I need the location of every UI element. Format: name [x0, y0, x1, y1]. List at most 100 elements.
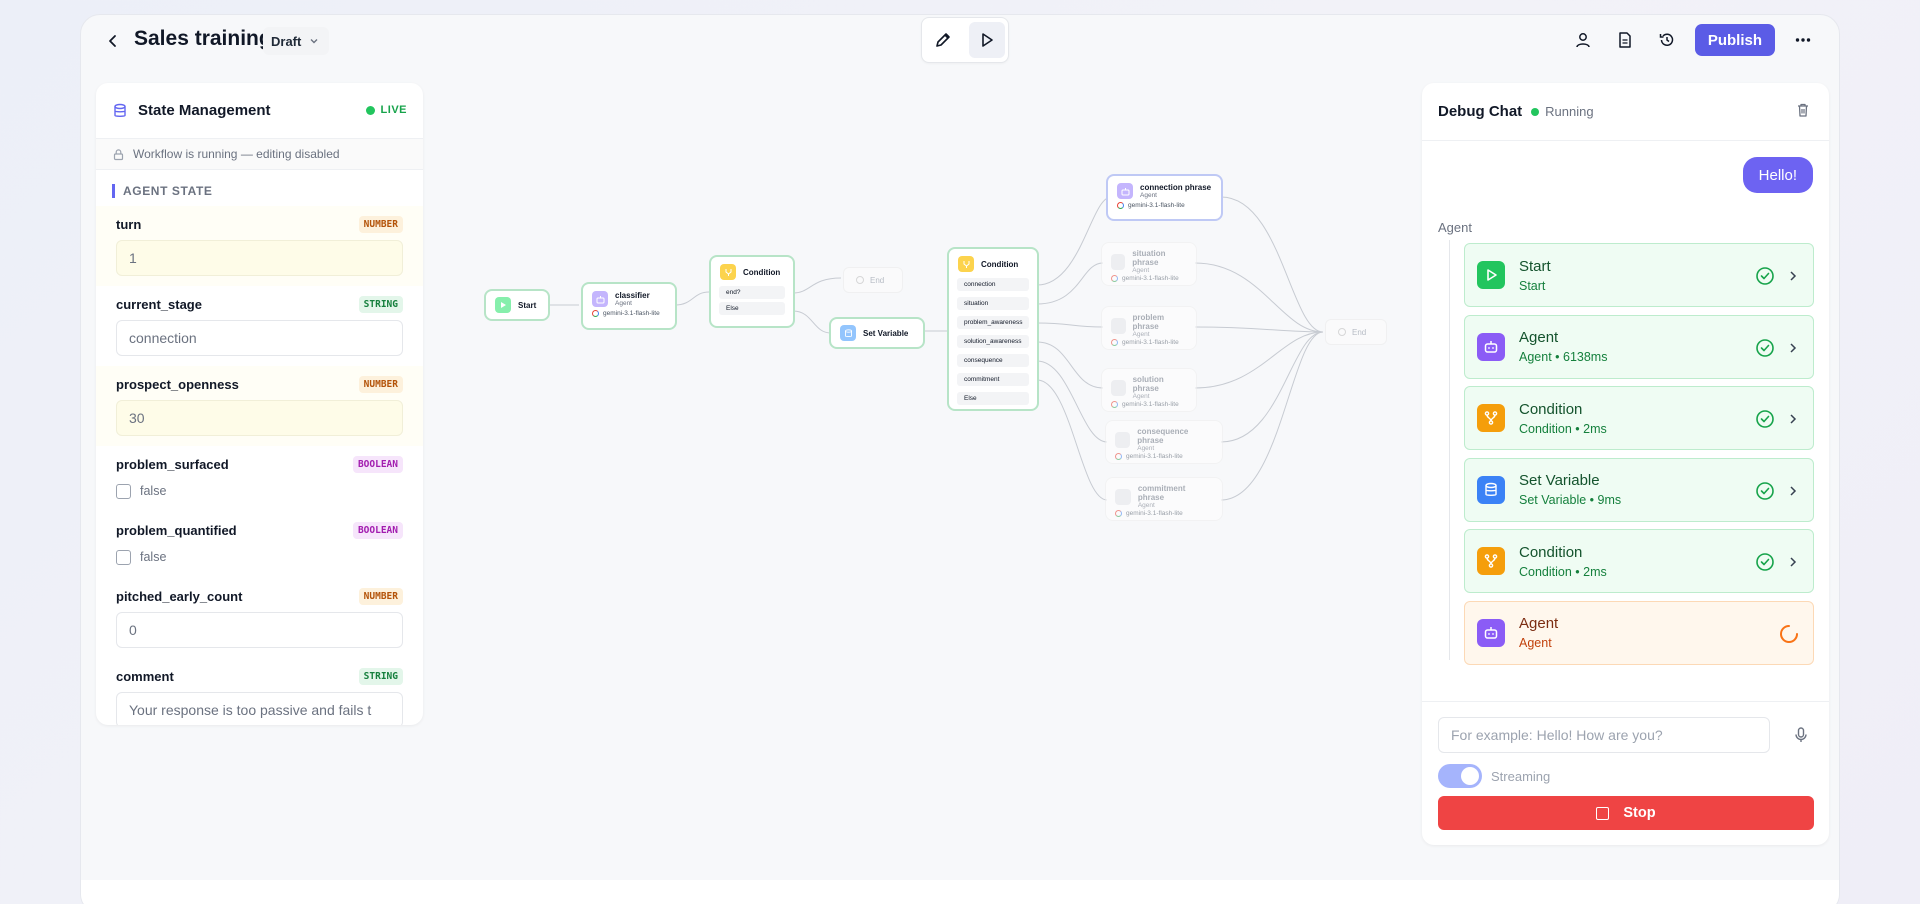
node-subtitle: Agent [1132, 331, 1150, 338]
condition-branch: solution_awareness [957, 335, 1029, 348]
situation-phrase-node[interactable]: situation phrase Agent gemini-3.1-flash-… [1101, 242, 1197, 286]
node-title: solution phrase [1132, 375, 1164, 393]
step-text: Set Variable Set Variable • 9ms [1519, 472, 1621, 507]
running-status: Running [1531, 104, 1594, 119]
chevron-right-icon [1790, 414, 1797, 424]
node-title: End [1352, 327, 1367, 337]
node-title: problem phrase [1132, 313, 1165, 331]
execution-step[interactable]: Set Variable Set Variable • 9ms [1464, 457, 1814, 522]
node-title: Start [518, 300, 537, 310]
branch-icon [1477, 547, 1505, 575]
node-model: gemini-3.1-flash-lite [1122, 275, 1179, 282]
branch-icon [958, 256, 974, 272]
microphone-icon [1795, 727, 1807, 742]
node-model: gemini-3.1-flash-lite [1122, 401, 1179, 408]
running-label: Running [1545, 104, 1594, 119]
step-title: Condition [1519, 400, 1583, 418]
streaming-row: Streaming [1438, 764, 1550, 788]
stop-square-icon [1596, 806, 1610, 820]
node-title: connection phrase [1140, 183, 1212, 192]
condition-branch: situation [957, 297, 1029, 310]
step-subtitle: Agent • 6138ms [1519, 350, 1608, 364]
bottom-bar [81, 880, 1839, 904]
clear-chat-button[interactable] [1795, 102, 1811, 123]
node-subtitle: Agent [1137, 445, 1155, 452]
branch-icon [720, 264, 736, 280]
step-text: Agent Agent • 6138ms [1519, 329, 1607, 364]
condition-node-1[interactable]: Condition end? Else [709, 255, 795, 328]
check-circle-icon [1756, 481, 1774, 500]
solution-phrase-node[interactable]: solution phrase Agent gemini-3.1-flash-l… [1101, 368, 1197, 412]
execution-step[interactable]: Condition Condition • 2ms [1464, 386, 1814, 450]
microphone-button[interactable] [1793, 726, 1809, 749]
step-status [1755, 552, 1799, 572]
node-title: Condition [743, 267, 781, 277]
condition-branch: consequence [957, 354, 1029, 367]
bot-icon [1115, 431, 1131, 448]
bot-icon [592, 291, 608, 307]
consequence-phrase-node[interactable]: consequence phrase Agent gemini-3.1-flas… [1105, 420, 1223, 464]
node-subtitle: Agent [615, 300, 632, 307]
chevron-right-icon [1790, 485, 1797, 496]
execution-step[interactable]: Agent Agent • 6138ms [1464, 314, 1814, 379]
classifier-node[interactable]: classifier Agent gemini-3.1-flash-lite [581, 282, 677, 330]
node-title: Condition [981, 259, 1019, 269]
node-title: consequence phrase [1137, 427, 1189, 445]
node-title: Set Variable [863, 328, 909, 338]
node-subtitle: Agent [1132, 393, 1150, 400]
running-dot [1531, 107, 1540, 116]
node-title: End [870, 275, 885, 285]
node-subtitle: Agent [1137, 502, 1155, 509]
step-text: Start Start [1519, 258, 1551, 293]
google-icon [1111, 339, 1118, 346]
execution-step[interactable]: Condition Condition • 2ms [1464, 529, 1814, 593]
execution-step[interactable]: Agent Agent [1464, 600, 1814, 665]
google-icon [1115, 453, 1122, 460]
step-title: Start [1519, 257, 1551, 275]
user-message: Hello! [1742, 157, 1813, 193]
spinner-icon [1780, 624, 1798, 643]
node-title: classifier [615, 291, 650, 300]
step-status [1755, 409, 1799, 429]
step-text: Agent Agent [1519, 615, 1558, 650]
bot-icon [1477, 618, 1505, 647]
database-icon [840, 325, 856, 341]
start-node[interactable]: Start [484, 289, 550, 321]
bot-icon [1115, 488, 1131, 505]
bot-icon [1111, 253, 1126, 270]
streaming-toggle[interactable] [1438, 764, 1482, 788]
connection-phrase-node[interactable]: connection phrase Agent gemini-3.1-flash… [1106, 174, 1223, 221]
node-model: gemini-3.1-flash-lite [1126, 510, 1183, 517]
node-title: situation phrase [1132, 249, 1166, 267]
node-subtitle: Agent [1140, 192, 1157, 199]
end-node-2[interactable]: End [1325, 319, 1387, 345]
google-icon [592, 310, 599, 317]
check-circle-icon [1756, 410, 1774, 428]
google-icon [1111, 275, 1118, 282]
step-text: Condition Condition • 2ms [1519, 544, 1607, 579]
bot-icon [1477, 332, 1505, 361]
step-text: Condition Condition • 2ms [1519, 401, 1607, 436]
google-icon [1117, 202, 1124, 209]
problem-phrase-node[interactable]: problem phrase Agent gemini-3.1-flash-li… [1101, 306, 1197, 350]
bot-icon [1111, 379, 1126, 396]
condition-node-2[interactable]: Condition connection situation problem_a… [947, 247, 1039, 411]
end-node-1[interactable]: End [843, 267, 903, 293]
chat-input[interactable]: For example: Hello! How are you? [1438, 717, 1770, 753]
branch-icon [1477, 404, 1505, 432]
step-subtitle: Condition • 2ms [1519, 564, 1607, 579]
check-circle-icon [1756, 338, 1774, 357]
set-variable-node[interactable]: Set Variable [829, 317, 925, 349]
commitment-phrase-node[interactable]: commitment phrase Agent gemini-3.1-flash… [1105, 477, 1223, 521]
execution-step[interactable]: Start Start [1464, 243, 1814, 307]
agent-label: Agent [1438, 220, 1472, 235]
condition-branch: Else [957, 392, 1029, 405]
step-title: Set Variable [1519, 472, 1600, 489]
condition-branch: problem_awareness [957, 316, 1029, 329]
node-subtitle: Agent [1132, 267, 1150, 274]
condition-branch: end? [719, 286, 785, 299]
stop-button[interactable]: Stop [1438, 796, 1814, 830]
chevron-right-icon [1790, 557, 1797, 567]
workflow-editor: Sales training Draft Publish State Manag… [80, 14, 1840, 904]
step-subtitle: Condition • 2ms [1519, 421, 1607, 436]
